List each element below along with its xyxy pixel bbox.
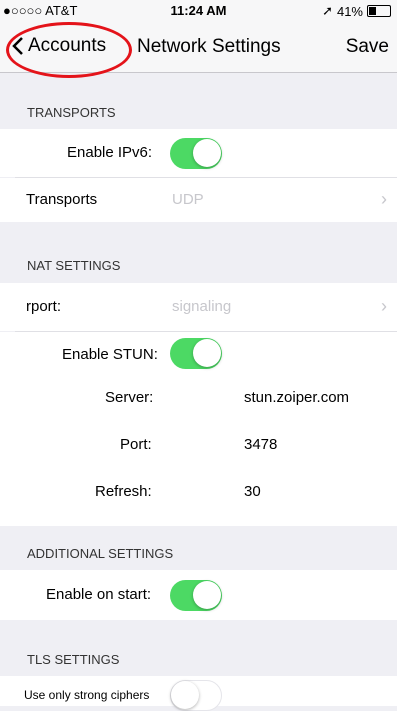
server-label: Server: bbox=[105, 389, 154, 406]
port-label: Port: bbox=[120, 436, 152, 453]
location-arrow-icon: ➚ bbox=[322, 3, 333, 18]
status-right: ➚ 41% bbox=[322, 3, 391, 19]
enable-on-start-toggle[interactable] bbox=[170, 580, 222, 611]
refresh-label: Refresh: bbox=[95, 483, 152, 500]
row-transports[interactable]: Transports UDP › bbox=[0, 178, 397, 222]
battery-icon bbox=[367, 5, 391, 17]
toggle-knob bbox=[193, 339, 221, 367]
port-value[interactable]: 3478 bbox=[244, 436, 277, 453]
row-enable-on-start: Enable on start: bbox=[0, 570, 397, 620]
section-header-transports: TRANSPORTS bbox=[27, 105, 116, 120]
stun-group: Enable STUN: Server: stun.zoiper.com Por… bbox=[0, 332, 397, 526]
enable-stun-label: Enable STUN: bbox=[62, 346, 158, 363]
transports-label: Transports bbox=[26, 191, 98, 208]
server-value[interactable]: stun.zoiper.com bbox=[244, 389, 349, 406]
toggle-knob bbox=[193, 581, 221, 609]
rport-label: rport: bbox=[26, 298, 62, 315]
refresh-value[interactable]: 30 bbox=[244, 483, 261, 500]
toggle-knob bbox=[193, 139, 221, 167]
rport-value: signaling bbox=[172, 298, 232, 315]
section-header-additional: ADDITIONAL SETTINGS bbox=[27, 546, 174, 561]
save-button[interactable]: Save bbox=[346, 36, 389, 58]
strong-ciphers-toggle[interactable] bbox=[170, 680, 222, 711]
section-header-nat: NAT SETTINGS bbox=[27, 258, 121, 273]
enable-ipv6-toggle[interactable] bbox=[170, 138, 222, 169]
chevron-right-icon: › bbox=[381, 296, 387, 316]
row-enable-ipv6: Enable IPv6: bbox=[0, 129, 397, 177]
status-bar: ●○○○○ AT&T 11:24 AM ➚ 41% bbox=[0, 0, 397, 22]
page-title: Network Settings bbox=[137, 36, 281, 57]
row-rport[interactable]: rport: signaling › bbox=[0, 283, 397, 331]
annotation-circle bbox=[6, 22, 132, 78]
enable-on-start-label: Enable on start: bbox=[46, 586, 152, 603]
row-strong-ciphers: Use only strong ciphers bbox=[0, 676, 397, 711]
transports-value: UDP bbox=[172, 191, 204, 208]
strong-ciphers-label: Use only strong ciphers bbox=[24, 688, 150, 702]
chevron-right-icon: › bbox=[381, 189, 387, 209]
enable-stun-toggle[interactable] bbox=[170, 338, 222, 369]
toggle-knob bbox=[171, 681, 199, 709]
battery-percent: 41% bbox=[336, 3, 363, 19]
enable-ipv6-label: Enable IPv6: bbox=[67, 144, 153, 161]
section-header-tls: TLS SETTINGS bbox=[27, 652, 120, 667]
